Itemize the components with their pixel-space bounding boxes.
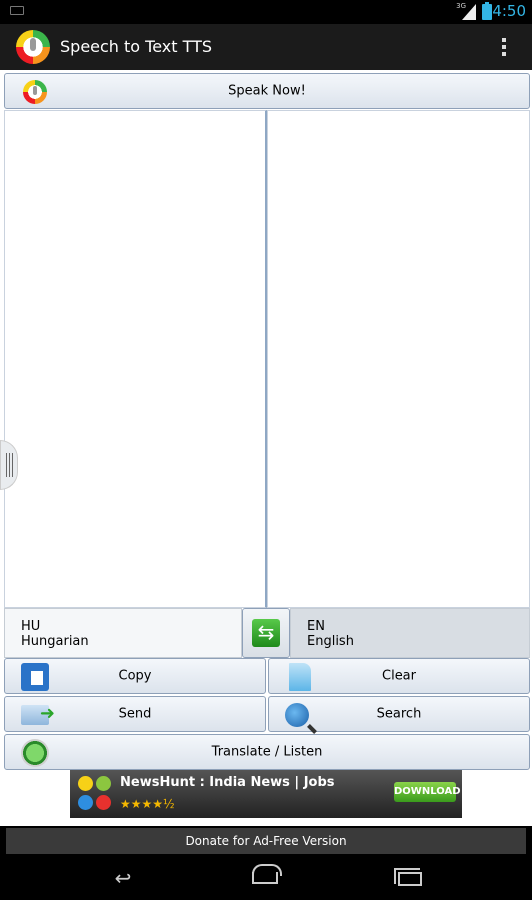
- recent-apps-icon[interactable]: [392, 868, 426, 888]
- clock: 4:50: [492, 2, 526, 20]
- screen: 3G 4:50 Speech to Text TTS Speak Now! HU…: [0, 0, 532, 900]
- app-logo-icon[interactable]: [16, 30, 50, 64]
- ad-banner[interactable]: NewsHunt : India News | Jobs ★★★★½ DOWNL…: [70, 770, 462, 818]
- search-label: Search: [376, 706, 422, 722]
- send-button[interactable]: Send: [4, 696, 266, 732]
- home-icon[interactable]: [248, 864, 282, 888]
- ad-title: NewsHunt : India News | Jobs: [120, 775, 335, 790]
- translate-listen-button[interactable]: Translate / Listen: [4, 734, 530, 770]
- app-title: Speech to Text TTS: [60, 37, 213, 56]
- action-bar: Speech to Text TTS: [0, 24, 532, 70]
- translate-listen-label: Translate / Listen: [211, 744, 323, 760]
- ad-download-button[interactable]: DOWNLOAD: [394, 782, 461, 802]
- clear-button[interactable]: Clear: [268, 658, 530, 694]
- target-language-selector[interactable]: EN English: [290, 608, 530, 658]
- back-icon[interactable]: ↩: [106, 868, 140, 888]
- send-label: Send: [118, 706, 152, 722]
- copy-label: Copy: [118, 668, 152, 684]
- source-language-name: Hungarian: [21, 634, 89, 649]
- newshunt-logo-icon: [78, 776, 112, 812]
- speak-now-label: Speak Now!: [228, 83, 306, 99]
- ad-rating: ★★★★½: [120, 797, 175, 811]
- battery-icon: [482, 2, 492, 20]
- swap-arrows-icon: ⇆: [252, 619, 280, 647]
- target-language-name: English: [307, 634, 354, 649]
- keyboard-icon: [10, 6, 24, 15]
- navigation-bar: ↩: [0, 856, 532, 900]
- speak-now-button[interactable]: Speak Now!: [4, 73, 530, 109]
- status-bar: 3G 4:50: [0, 0, 532, 24]
- search-button[interactable]: Search: [268, 696, 530, 732]
- main-content: Speak Now! HU Hungarian ⇆ EN English Cop…: [0, 70, 532, 826]
- swap-languages-button[interactable]: ⇆: [242, 608, 290, 658]
- source-text-area[interactable]: [4, 110, 267, 608]
- copy-button[interactable]: Copy: [4, 658, 266, 694]
- source-language-code: HU: [21, 619, 41, 634]
- donate-button[interactable]: Donate for Ad-Free Version: [6, 828, 526, 854]
- clear-label: Clear: [382, 668, 416, 684]
- target-language-code: EN: [307, 619, 325, 634]
- translated-text-area[interactable]: [267, 110, 530, 608]
- donate-bar: Donate for Ad-Free Version: [0, 826, 532, 856]
- source-language-selector[interactable]: HU Hungarian: [4, 608, 242, 658]
- signal-icon: [462, 4, 476, 20]
- overflow-menu-icon[interactable]: [502, 38, 506, 58]
